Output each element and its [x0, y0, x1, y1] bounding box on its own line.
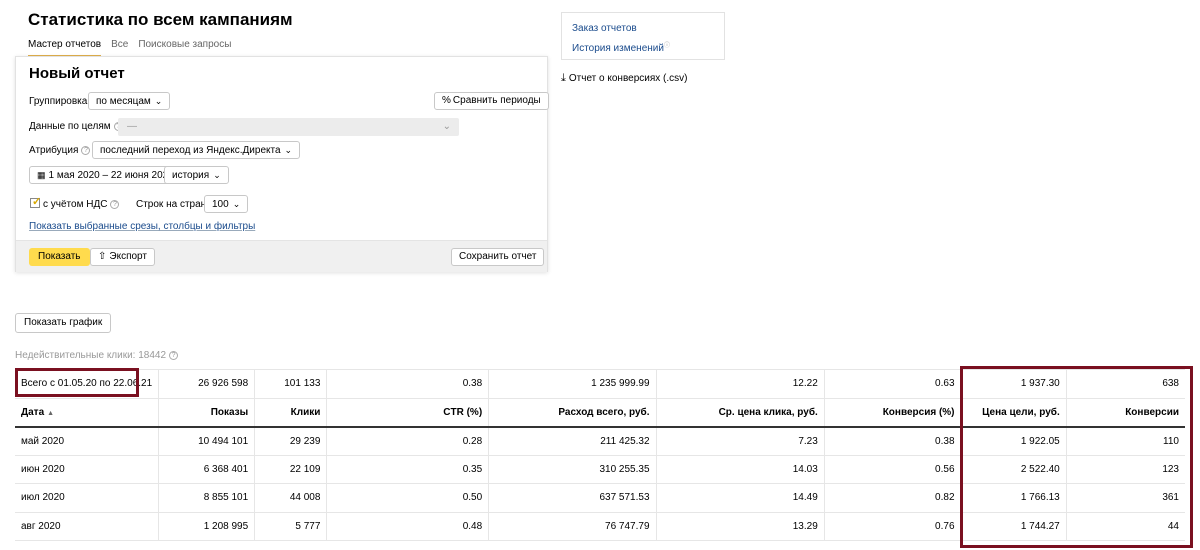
- help-icon[interactable]: ?: [110, 200, 120, 209]
- show-slices-link[interactable]: Показать выбранные срезы, столбцы и филь…: [29, 221, 255, 232]
- cell-cpc: 7.23: [656, 426, 825, 456]
- order-reports-link[interactable]: Заказ отчетов: [572, 23, 637, 34]
- chevron-down-icon: ⌄: [442, 121, 451, 132]
- total-shows: 26 926 598: [158, 369, 256, 399]
- chevron-down-icon: ⌄: [154, 96, 163, 106]
- cell-date: авг 2020: [15, 512, 160, 541]
- highlight-box-total: [15, 368, 139, 397]
- attribution-select[interactable]: последний переход из Яндекс.Директа ⌄: [92, 141, 301, 159]
- total-spend: 1 235 999.99: [488, 369, 657, 399]
- check-icon: ✓: [32, 196, 42, 208]
- cell-shows: 10 494 101: [158, 426, 256, 456]
- invalid-clicks-text: Недействительные клики: 18442?: [15, 350, 179, 361]
- history-select[interactable]: история ⌄: [164, 166, 229, 184]
- save-report-button[interactable]: Сохранить отчет: [451, 248, 545, 266]
- vat-label: с учётом НДС?: [43, 199, 120, 210]
- header-ctr[interactable]: CTR (%): [326, 398, 490, 428]
- cell-conv-rate: 0.76: [824, 512, 962, 541]
- report-builder-card: Новый отчет Группировка по месяцам ⌄ % Сра…: [15, 56, 549, 272]
- chevron-down-icon: ⌄: [213, 170, 221, 180]
- cell-shows: 8 855 101: [158, 483, 256, 513]
- report-title: Новый отчет: [29, 65, 125, 82]
- report-card-footer: Показать ⇧ Экспорт Сохранить отчет: [16, 240, 547, 272]
- chevron-down-icon: ⌄: [284, 145, 293, 155]
- date-range-picker[interactable]: ▦ 1 мая 2020 – 22 июня 2021: [29, 166, 182, 184]
- calendar-icon: ▦: [37, 170, 46, 180]
- download-icon: ⤓: [561, 72, 566, 84]
- header-clicks[interactable]: Клики: [254, 398, 328, 428]
- report-tabs: Мастер отчетов Все Поисковые запросы: [28, 39, 241, 57]
- compare-periods-button[interactable]: % Сравнить периоды: [434, 92, 549, 110]
- cell-clicks: 22 109: [254, 455, 328, 484]
- cell-ctr: 0.48: [326, 512, 490, 541]
- grouping-select[interactable]: по месяцам ⌄: [88, 92, 171, 110]
- header-conv-rate[interactable]: Конверсия (%): [824, 398, 962, 428]
- cell-spend: 211 425.32: [488, 426, 657, 456]
- cell-cpc: 14.49: [656, 483, 825, 513]
- cell-conv-rate: 0.82: [824, 483, 962, 513]
- sort-asc-icon: ▲: [47, 409, 55, 417]
- cell-spend: 310 255.35: [488, 455, 657, 484]
- header-shows[interactable]: Показы: [158, 398, 256, 428]
- highlight-box-goal-columns: [960, 366, 1193, 548]
- attribution-label: Атрибуция?: [29, 145, 91, 156]
- cell-shows: 6 368 401: [158, 455, 256, 484]
- conversions-csv-link[interactable]: ⤓ Отчет о конверсиях (.csv): [561, 72, 687, 85]
- cell-spend: 76 747.79: [488, 512, 657, 541]
- tab-search-queries[interactable]: Поисковые запросы: [138, 39, 231, 57]
- help-icon[interactable]: ?: [81, 146, 91, 155]
- info-icon: ⓘ: [663, 43, 670, 49]
- change-history-link[interactable]: История измененийⓘ: [572, 40, 670, 54]
- goals-select: — ⌄: [118, 118, 459, 136]
- cell-cpc: 13.29: [656, 512, 825, 541]
- percent-icon: %: [442, 95, 451, 106]
- cell-clicks: 5 777: [254, 512, 328, 541]
- page-title: Статистика по всем кампаниям: [28, 10, 293, 29]
- cell-conv-rate: 0.56: [824, 455, 962, 484]
- export-button[interactable]: ⇧ Экспорт: [90, 248, 155, 266]
- export-icon: ⇧: [98, 251, 107, 262]
- goals-label: Данные по целям?: [29, 121, 123, 132]
- cell-date: май 2020: [15, 426, 160, 456]
- cell-spend: 637 571.53: [488, 483, 657, 513]
- cell-ctr: 0.28: [326, 426, 490, 456]
- show-chart-button[interactable]: Показать график: [15, 313, 112, 333]
- total-conv-rate: 0.63: [824, 369, 962, 399]
- cell-ctr: 0.50: [326, 483, 490, 513]
- cell-cpc: 14.03: [656, 455, 825, 484]
- cell-conv-rate: 0.38: [824, 426, 962, 456]
- total-clicks: 101 133: [254, 369, 328, 399]
- cell-clicks: 44 008: [254, 483, 328, 513]
- cell-ctr: 0.35: [326, 455, 490, 484]
- cell-clicks: 29 239: [254, 426, 328, 456]
- side-links-box: Заказ отчетов История измененийⓘ: [561, 12, 725, 60]
- chevron-down-icon: ⌄: [232, 199, 241, 209]
- grouping-value: по месяцам: [96, 96, 151, 107]
- total-ctr: 0.38: [326, 369, 490, 399]
- cell-date: июн 2020: [15, 455, 160, 484]
- grouping-label: Группировка: [29, 96, 88, 107]
- header-cpc[interactable]: Ср. цена клика, руб.: [656, 398, 825, 428]
- tab-report-master[interactable]: Мастер отчетов: [28, 39, 102, 57]
- total-cpc: 12.22: [656, 369, 825, 399]
- header-spend[interactable]: Расход всего, руб.: [488, 398, 657, 428]
- cell-shows: 1 208 995: [158, 512, 256, 541]
- cell-date: июл 2020: [15, 483, 160, 513]
- header-date[interactable]: Дата ▲: [15, 398, 160, 428]
- vat-checkbox[interactable]: ✓: [30, 196, 42, 208]
- show-button[interactable]: Показать: [29, 248, 90, 266]
- rows-per-page-select[interactable]: 100 ⌄: [204, 195, 249, 213]
- tab-all[interactable]: Все: [111, 39, 128, 57]
- help-icon[interactable]: ?: [169, 351, 179, 360]
